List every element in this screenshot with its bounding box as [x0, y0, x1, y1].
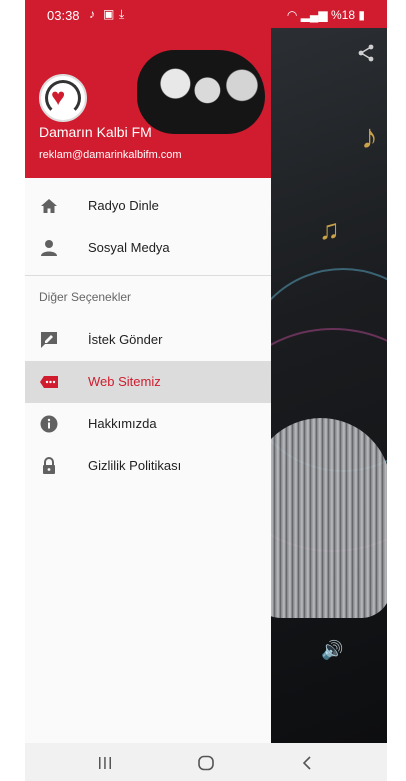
back-icon[interactable] — [297, 753, 317, 773]
share-icon[interactable] — [357, 44, 375, 62]
menu-item-label: Sosyal Medya — [88, 240, 170, 255]
lock-icon — [43, 457, 55, 474]
person-icon — [41, 240, 57, 256]
download-icon: ⤓ — [119, 7, 125, 21]
menu-item-istek-gonder[interactable]: İstek Gönder — [25, 319, 271, 361]
home-button-icon[interactable] — [196, 753, 216, 773]
drawer-header: ♥ Damarın Kalbi FM reklam@damarinkalbifm… — [25, 28, 271, 178]
status-right: ◠ ▂▄▆ %18 ▮ — [287, 8, 365, 22]
section-title: Diğer Seçenekler — [39, 290, 132, 304]
menu-item-web-sitemiz[interactable]: Web Sitemiz — [25, 361, 271, 403]
home-icon — [41, 199, 57, 213]
station-name: Damarın Kalbi FM — [39, 124, 152, 140]
header-artwork — [137, 50, 265, 134]
menu-item-label: Gizlilik Politikası — [88, 458, 182, 473]
music-note-icon: ♪ — [89, 7, 95, 21]
phone-screen: 03:38 ♪ ▣ ⤓ ◠ ▂▄▆ %18 ▮ ♪ ♫ 🔊 ♥ Damarın … — [25, 0, 387, 781]
menu-item-sosyal-medya[interactable]: Sosyal Medya — [25, 227, 271, 269]
heart-icon: ♥ — [51, 84, 66, 111]
menu-item-label: Hakkımızda — [88, 416, 157, 431]
menu-item-gizlilik-politikasi[interactable]: Gizlilik Politikası — [25, 445, 271, 487]
wifi-icon: ◠ — [286, 8, 298, 22]
battery-icon: ▮ — [358, 8, 365, 22]
station-email: reklam@damarinkalbifm.com — [39, 149, 182, 161]
info-icon — [40, 415, 58, 433]
recent-apps-icon[interactable] — [95, 753, 115, 773]
web-label-icon — [40, 376, 58, 388]
navigation-drawer: ♥ Damarın Kalbi FM reklam@damarinkalbifm… — [25, 28, 271, 743]
status-bar: 03:38 ♪ ▣ ⤓ ◠ ▂▄▆ %18 ▮ — [25, 0, 387, 28]
player-background: ♪ ♫ 🔊 — [271, 28, 387, 743]
microphone-image — [271, 418, 387, 618]
music-note-icon: ♪ — [361, 118, 378, 156]
image-icon: ▣ — [103, 7, 115, 21]
menu-item-label: İstek Gönder — [88, 332, 163, 347]
status-time: 03:38 — [47, 8, 80, 23]
menu-item-label: Web Sitemiz — [88, 374, 161, 389]
station-logo: ♥ — [39, 74, 87, 122]
menu-item-radyo-dinle[interactable]: Radyo Dinle — [25, 185, 271, 227]
edit-message-icon — [41, 332, 57, 348]
volume-icon[interactable]: 🔊 — [321, 640, 343, 661]
system-nav-bar — [25, 743, 387, 781]
battery-level: %18 — [331, 8, 356, 22]
menu-item-label: Radyo Dinle — [88, 198, 159, 213]
signal-icon: ▂▄▆ — [300, 8, 328, 22]
menu-divider — [25, 275, 271, 276]
menu-item-hakkimizda[interactable]: Hakkımızda — [25, 403, 271, 445]
music-note-icon: ♫ — [319, 214, 340, 245]
